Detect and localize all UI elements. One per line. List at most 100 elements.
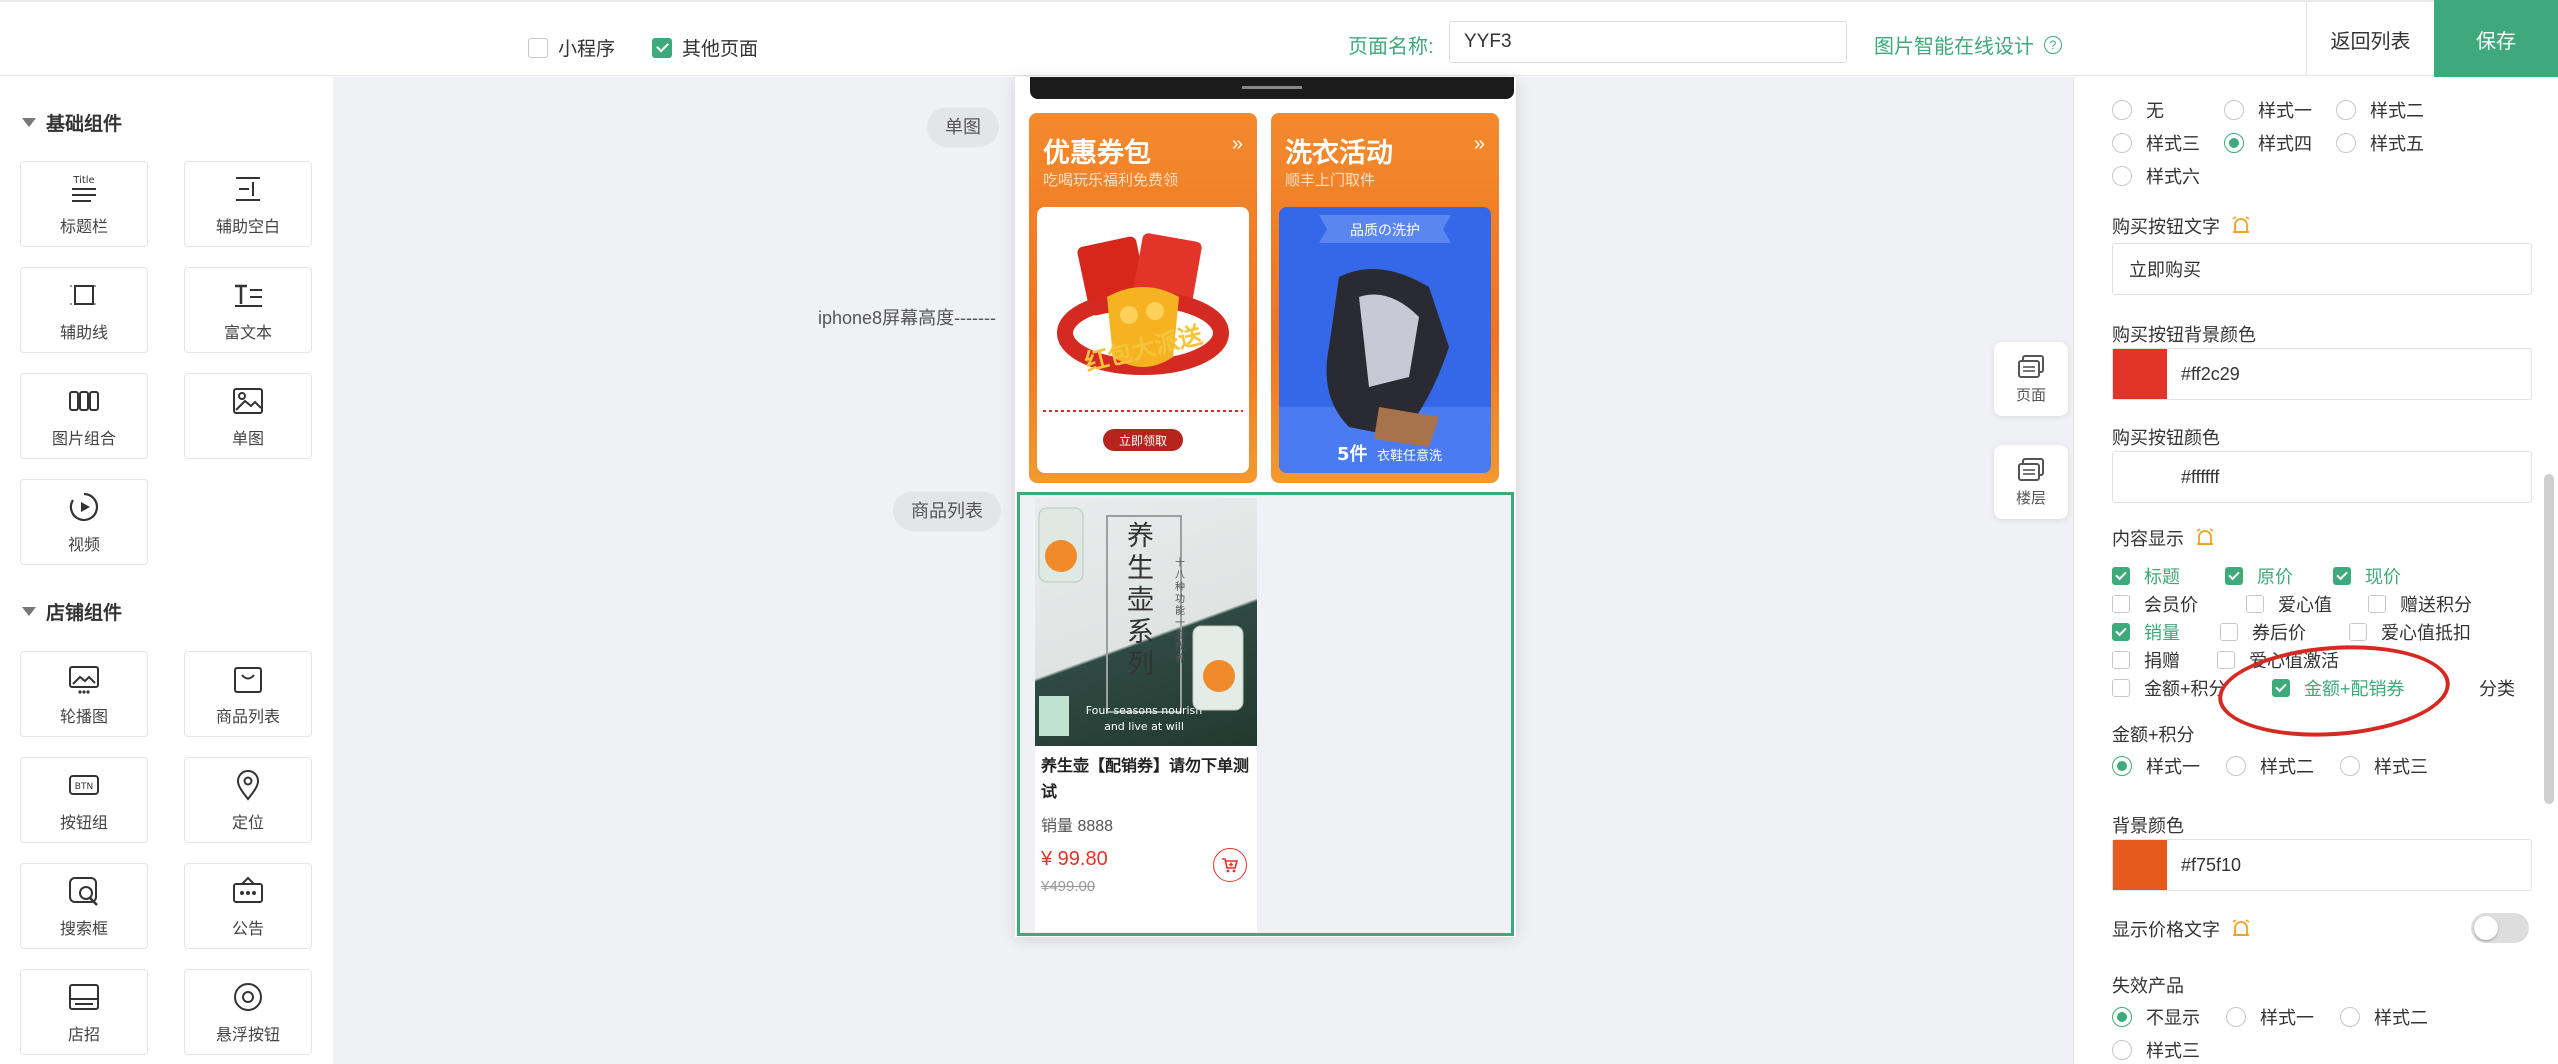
radio-circle[interactable] (2112, 166, 2132, 186)
style-none-radio[interactable]: 无 (2112, 97, 2164, 123)
page-float-button[interactable]: 页面 (1994, 342, 2068, 416)
component-shop-sign[interactable]: 店招 (20, 969, 148, 1055)
goods-list-selected[interactable]: and live at will Four seasons nourish 养生… (1017, 492, 1514, 936)
bg-color-input[interactable]: #f75f10 (2112, 839, 2532, 891)
radio-circle[interactable] (2226, 1007, 2246, 1027)
alarm-icon[interactable] (2230, 918, 2252, 940)
invalid-hide-radio[interactable]: 不显示 (2112, 1004, 2200, 1030)
component-carousel[interactable]: 轮播图 (20, 651, 148, 737)
show-orig-price-checkbox[interactable]: 原价 (2225, 563, 2293, 589)
back-to-list-button[interactable]: 返回列表 (2306, 2, 2434, 76)
show-coupon-price-checkbox[interactable]: 券后价 (2220, 619, 2306, 645)
checkbox[interactable] (2112, 679, 2130, 697)
page-name-input[interactable]: YYF3 (1449, 21, 1847, 63)
amount-style-2-radio[interactable]: 样式二 (2226, 753, 2314, 779)
section-label-goods-list[interactable]: 商品列表 (893, 491, 1001, 531)
checkbox[interactable] (2220, 623, 2238, 641)
invalid-style-2-radio[interactable]: 样式二 (2340, 1004, 2428, 1030)
radio-circle[interactable] (2336, 100, 2356, 120)
amount-style-3-radio[interactable]: 样式三 (2340, 753, 2428, 779)
checkbox-checked[interactable] (2112, 567, 2130, 585)
buy-text-input[interactable]: 立即购买 (2112, 243, 2532, 295)
component-float-button[interactable]: 悬浮按钮 (184, 969, 312, 1055)
style-2-radio[interactable]: 样式二 (2336, 97, 2424, 123)
radio-circle-selected[interactable] (2224, 133, 2244, 153)
radio-circle[interactable] (2340, 1007, 2360, 1027)
help-icon[interactable]: ? (2044, 35, 2062, 54)
invalid-style-3-radio[interactable]: 样式三 (2112, 1037, 2200, 1063)
checkbox-checked[interactable] (2225, 567, 2243, 585)
component-search[interactable]: 搜索框 (20, 863, 148, 949)
goods-card[interactable]: and live at will Four seasons nourish 养生… (1035, 498, 1257, 932)
radio-circle-selected[interactable] (2112, 1007, 2132, 1027)
component-spacer[interactable]: 辅助空白 (184, 161, 312, 247)
component-single-image[interactable]: 单图 (184, 373, 312, 459)
coupon-card[interactable]: 优惠券包 吃喝玩乐福利免费领 » 红包大派送 立即领取 (1029, 113, 1257, 483)
amount-style-1-radio[interactable]: 样式一 (2112, 753, 2200, 779)
checkbox[interactable] (2217, 651, 2235, 669)
mini-program-checkbox[interactable]: 小程序 (528, 34, 615, 61)
section-label-single-image[interactable]: 单图 (927, 107, 999, 147)
show-donate-checkbox[interactable]: 捐赠 (2112, 647, 2180, 673)
component-rich-text[interactable]: 富文本 (184, 267, 312, 353)
invalid-style-1-radio[interactable]: 样式一 (2226, 1004, 2314, 1030)
radio-circle[interactable] (2226, 756, 2246, 776)
show-title-checkbox[interactable]: 标题 (2112, 563, 2180, 589)
floor-float-button[interactable]: 楼层 (1994, 445, 2068, 519)
save-button[interactable]: 保存 (2434, 0, 2558, 78)
show-love-value-checkbox[interactable]: 爱心值 (2246, 591, 2332, 617)
style-3-radio[interactable]: 样式三 (2112, 130, 2200, 156)
buy-color-input[interactable]: #ffffff (2112, 451, 2532, 503)
component-video[interactable]: 视频 (20, 479, 148, 565)
radio-circle[interactable] (2340, 756, 2360, 776)
show-price-text-toggle[interactable] (2471, 913, 2529, 943)
color-swatch[interactable] (2113, 840, 2167, 890)
checkbox[interactable] (2112, 595, 2130, 613)
basic-components-title[interactable]: 基础组件 (22, 109, 122, 136)
component-notice[interactable]: 公告 (184, 863, 312, 949)
image-design-link[interactable]: 图片智能在线设计 ? (1874, 30, 2062, 59)
laundry-card[interactable]: 洗衣活动 顺丰上门取件 » 品质の洗护 5件 衣鞋任意洗 (1271, 113, 1499, 483)
checkbox-checked[interactable] (2112, 623, 2130, 641)
radio-circle-selected[interactable] (2112, 756, 2132, 776)
style-5-radio[interactable]: 样式五 (2336, 130, 2424, 156)
checkbox[interactable] (2368, 595, 2386, 613)
show-now-price-checkbox[interactable]: 现价 (2333, 563, 2401, 589)
show-sales-checkbox[interactable]: 销量 (2112, 619, 2180, 645)
radio-circle[interactable] (2112, 1040, 2132, 1060)
shop-components-title[interactable]: 店铺组件 (22, 598, 122, 625)
checkbox-checked[interactable] (2333, 567, 2351, 585)
show-amount-points-checkbox[interactable]: 金额+积分 (2112, 675, 2227, 701)
style-6-radio[interactable]: 样式六 (2112, 163, 2200, 189)
show-category-checkbox[interactable]: 分类 (2479, 675, 2515, 701)
checkbox-box[interactable] (528, 37, 548, 58)
component-image-group[interactable]: 图片组合 (20, 373, 148, 459)
checkbox[interactable] (2246, 595, 2264, 613)
alarm-icon[interactable] (2194, 527, 2216, 549)
radio-circle[interactable] (2224, 100, 2244, 120)
component-goods-list[interactable]: 商品列表 (184, 651, 312, 737)
other-pages-checkbox[interactable]: 其他页面 (652, 34, 758, 61)
style-4-radio[interactable]: 样式四 (2224, 130, 2312, 156)
color-swatch[interactable] (2113, 452, 2167, 502)
component-button-group[interactable]: BTN 按钮组 (20, 757, 148, 843)
show-member-price-checkbox[interactable]: 会员价 (2112, 591, 2198, 617)
checkbox[interactable] (2112, 651, 2130, 669)
cart-icon[interactable] (1213, 848, 1247, 882)
show-love-deduct-checkbox[interactable]: 爱心值抵扣 (2349, 619, 2471, 645)
radio-circle[interactable] (2336, 133, 2356, 153)
component-guide-line[interactable]: 辅助线 (20, 267, 148, 353)
radio-circle[interactable] (2112, 100, 2132, 120)
settings-scrollbar[interactable] (2544, 474, 2554, 804)
component-location[interactable]: 定位 (184, 757, 312, 843)
show-gift-points-checkbox[interactable]: 赠送积分 (2368, 591, 2472, 617)
color-swatch[interactable] (2113, 349, 2167, 399)
alarm-icon[interactable] (2230, 215, 2252, 237)
carousel-banner[interactable] (1030, 77, 1514, 99)
style-1-radio[interactable]: 样式一 (2224, 97, 2312, 123)
checkbox[interactable] (2349, 623, 2367, 641)
checkbox-box-checked[interactable] (652, 37, 672, 58)
buy-bg-color-input[interactable]: #ff2c29 (2112, 348, 2532, 400)
radio-circle[interactable] (2112, 133, 2132, 153)
component-title-bar[interactable]: Title 标题栏 (20, 161, 148, 247)
